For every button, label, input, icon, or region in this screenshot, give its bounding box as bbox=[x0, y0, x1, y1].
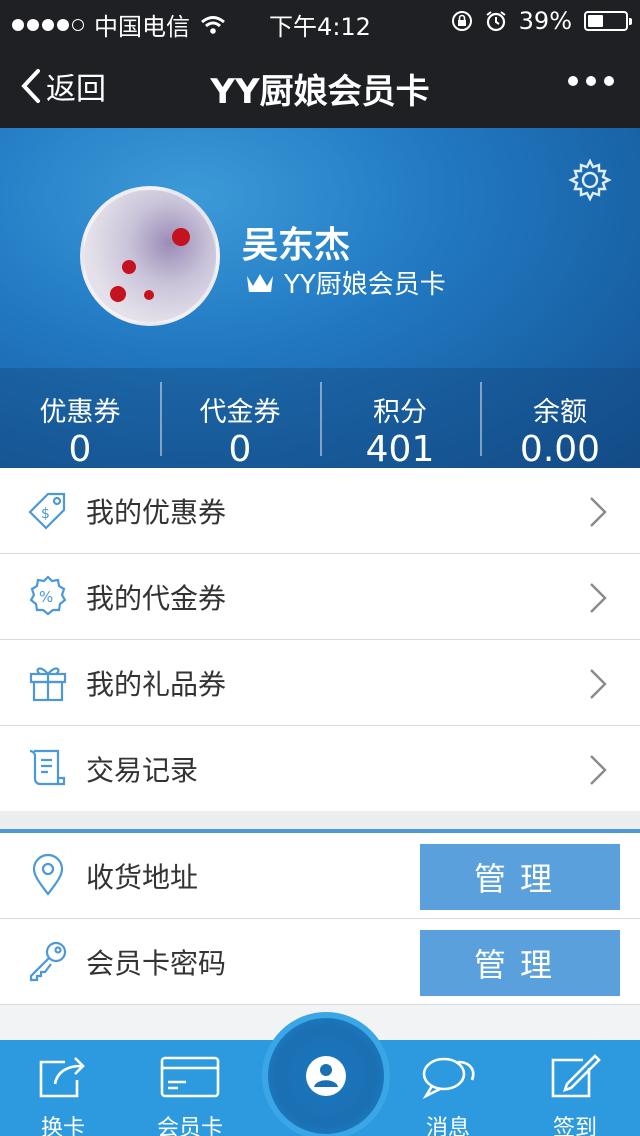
share-card-icon bbox=[39, 1057, 85, 1098]
profile-header: 吴东杰 YY厨娘会员卡 优惠券 0 代金券 0 积分 401 余额 0.00 bbox=[0, 128, 640, 468]
manage-password-button[interactable]: 管理 bbox=[420, 930, 620, 996]
stat-value: 0 bbox=[228, 429, 252, 468]
stat-balance[interactable]: 余额 0.00 bbox=[480, 368, 640, 468]
stat-points[interactable]: 积分 401 bbox=[320, 368, 480, 468]
profile-center-button[interactable] bbox=[262, 1012, 390, 1136]
card-icon bbox=[160, 1056, 220, 1098]
coupon-tag-icon: $ bbox=[28, 492, 66, 530]
tab-label: 消息 bbox=[425, 1116, 470, 1136]
stat-value: 0 bbox=[68, 429, 92, 468]
location-pin-icon bbox=[32, 853, 64, 896]
crown-icon bbox=[247, 273, 273, 292]
orientation-lock-icon bbox=[451, 11, 472, 31]
stat-label: 代金券 bbox=[199, 397, 281, 428]
chevron-right-icon bbox=[590, 583, 607, 613]
tab-sign-in[interactable]: 签到 bbox=[530, 1054, 620, 1136]
settings-item-shipping-address: 收货地址 管理 bbox=[0, 833, 640, 919]
svg-text:%: % bbox=[39, 588, 53, 606]
stat-label: 优惠券 bbox=[39, 397, 121, 428]
scroll-record-icon bbox=[29, 749, 66, 786]
stat-label: 积分 bbox=[373, 397, 427, 428]
tab-label: 签到 bbox=[552, 1116, 597, 1136]
menu-item-label: 交易记录 bbox=[86, 753, 199, 787]
more-menu-icon[interactable] bbox=[568, 76, 614, 86]
settings-gear-icon[interactable] bbox=[568, 158, 612, 202]
manage-address-button[interactable]: 管理 bbox=[420, 844, 620, 910]
tab-messages[interactable]: 消息 bbox=[403, 1054, 493, 1136]
member-card-name: YY厨娘会员卡 bbox=[244, 264, 446, 301]
avatar[interactable] bbox=[80, 186, 220, 326]
menu-item-label: 我的代金券 bbox=[86, 581, 227, 615]
chat-bubbles-icon bbox=[422, 1057, 475, 1100]
svg-text:$: $ bbox=[41, 506, 50, 522]
gift-icon bbox=[29, 667, 67, 702]
menu-item-my-gift-vouchers[interactable]: 我的礼品券 bbox=[0, 640, 640, 726]
coupon-menu-list: $ 我的优惠券 % 我的代金券 我的礼品券 交易记录 bbox=[0, 468, 640, 812]
tab-member-card[interactable]: 会员卡 bbox=[145, 1054, 235, 1136]
menu-item-label: 我的优惠券 bbox=[86, 495, 227, 529]
user-name: 吴东杰 bbox=[242, 225, 351, 266]
stat-label: 余额 bbox=[533, 397, 587, 428]
stat-coupons[interactable]: 优惠券 0 bbox=[0, 368, 160, 468]
battery-icon bbox=[584, 11, 632, 31]
section-divider bbox=[0, 811, 640, 833]
settings-item-card-password: 会员卡密码 管理 bbox=[0, 919, 640, 1005]
menu-item-transaction-records[interactable]: 交易记录 bbox=[0, 726, 640, 812]
chevron-right-icon bbox=[590, 755, 607, 785]
page-title: YY厨娘会员卡 bbox=[210, 72, 430, 112]
settings-item-label: 会员卡密码 bbox=[86, 946, 227, 980]
chevron-right-icon bbox=[590, 497, 607, 527]
card-name-text: YY厨娘会员卡 bbox=[284, 270, 446, 300]
battery-percent: 39% bbox=[518, 7, 572, 35]
stat-value: 401 bbox=[365, 429, 435, 468]
tab-label: 换卡 bbox=[40, 1116, 85, 1136]
navigation-bar: 返回 YY厨娘会员卡 bbox=[0, 40, 640, 128]
menu-item-my-coupons[interactable]: $ 我的优惠券 bbox=[0, 468, 640, 554]
menu-item-my-vouchers[interactable]: % 我的代金券 bbox=[0, 554, 640, 640]
settings-list: 收货地址 管理 会员卡密码 管理 bbox=[0, 833, 640, 1005]
stats-bar: 优惠券 0 代金券 0 积分 401 余额 0.00 bbox=[0, 368, 640, 468]
tab-label: 会员卡 bbox=[156, 1116, 223, 1136]
key-icon bbox=[29, 941, 67, 982]
alarm-icon bbox=[486, 11, 506, 32]
menu-item-label: 我的礼品券 bbox=[86, 667, 227, 701]
stat-value: 0.00 bbox=[519, 429, 601, 468]
status-bar: 中国电信 下午4:12 39% bbox=[0, 0, 640, 41]
edit-signin-icon bbox=[551, 1054, 601, 1098]
settings-item-label: 收货地址 bbox=[86, 860, 199, 894]
stat-vouchers[interactable]: 代金券 0 bbox=[160, 368, 320, 468]
person-icon bbox=[306, 1056, 346, 1096]
chevron-right-icon bbox=[590, 669, 607, 699]
voucher-percent-icon: % bbox=[29, 575, 67, 616]
tab-switch-card[interactable]: 换卡 bbox=[18, 1054, 108, 1136]
